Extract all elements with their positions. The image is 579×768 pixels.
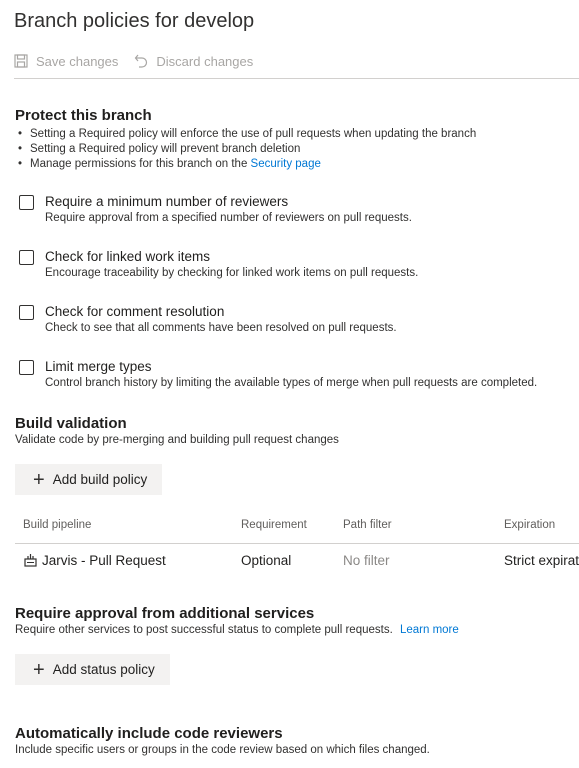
status-checks-desc: Require other services to post successfu… [15,624,393,636]
path-filter-value: No filter [343,553,390,568]
learn-more-link[interactable]: Learn more [400,624,459,636]
undo-icon [135,54,148,68]
add-status-policy-button[interactable]: + Add status policy [15,654,170,685]
policy-desc: Control branch history by limiting the a… [45,377,538,389]
policy-title: Limit merge types [45,359,152,374]
column-header-requirement[interactable]: Requirement [241,519,307,531]
min-reviewers-checkbox[interactable] [19,195,34,210]
discard-changes-label: Discard changes [156,53,254,69]
save-icon [14,54,28,68]
column-header-pipeline[interactable]: Build pipeline [23,519,91,531]
code-reviewers-desc: Include specific users or groups in the … [15,744,430,756]
policy-desc: Require approval from a specified number… [45,212,412,224]
limit-merge-types-checkbox[interactable] [19,360,34,375]
status-checks-desc-line: Require other services to post successfu… [15,624,459,636]
build-pipeline-icon [24,554,37,567]
column-header-expiration[interactable]: Expiration [504,519,555,531]
build-validation-desc: Validate code by pre-merging and buildin… [15,434,339,446]
policy-title: Check for linked work items [45,249,211,264]
bullet-item: Manage permissions for this branch on th… [15,157,476,172]
add-build-policy-button[interactable]: + Add build policy [15,464,163,495]
build-table-header: Build pipeline Requirement Path filter E… [0,519,579,533]
page-title: Branch policies for develop [14,10,255,32]
expiration-value: Strict expirat [504,553,579,568]
table-divider [15,543,579,544]
add-build-policy-label: Add build policy [52,472,148,487]
security-page-link[interactable]: Security page [251,158,321,170]
column-header-path-filter[interactable]: Path filter [343,519,392,531]
save-changes-button[interactable]: Save changes [14,54,118,69]
bullet-text: Manage permissions for this branch on th… [30,158,248,170]
requirement-value: Optional [241,553,292,568]
table-row[interactable]: Jarvis - Pull Request Optional No filter… [0,553,579,571]
code-reviewers-title: Automatically include code reviewers [15,725,283,742]
protect-branch-title: Protect this branch [15,107,152,124]
pipeline-name[interactable]: Jarvis - Pull Request [42,553,166,568]
comment-resolution-checkbox[interactable] [19,305,34,320]
plus-icon: + [33,468,45,491]
save-changes-label: Save changes [36,53,119,69]
plus-icon: + [33,658,45,681]
status-checks-title: Require approval from additional service… [15,605,315,622]
add-status-policy-label: Add status policy [52,662,155,677]
build-validation-title: Build validation [15,415,127,432]
toolbar: Save changes Discard changes [14,50,269,72]
bullet-item: Setting a Required policy will enforce t… [15,127,476,142]
policy-title: Check for comment resolution [45,304,225,319]
bullet-item: Setting a Required policy will prevent b… [15,142,476,157]
discard-changes-button[interactable]: Discard changes [134,54,253,69]
policy-title: Require a minimum number of reviewers [45,194,289,209]
linked-work-items-checkbox[interactable] [19,250,34,265]
policy-desc: Encourage traceability by checking for l… [45,267,419,279]
toolbar-divider [14,78,579,79]
protect-bullets: Setting a Required policy will enforce t… [15,127,476,172]
policy-desc: Check to see that all comments have been… [45,322,397,334]
